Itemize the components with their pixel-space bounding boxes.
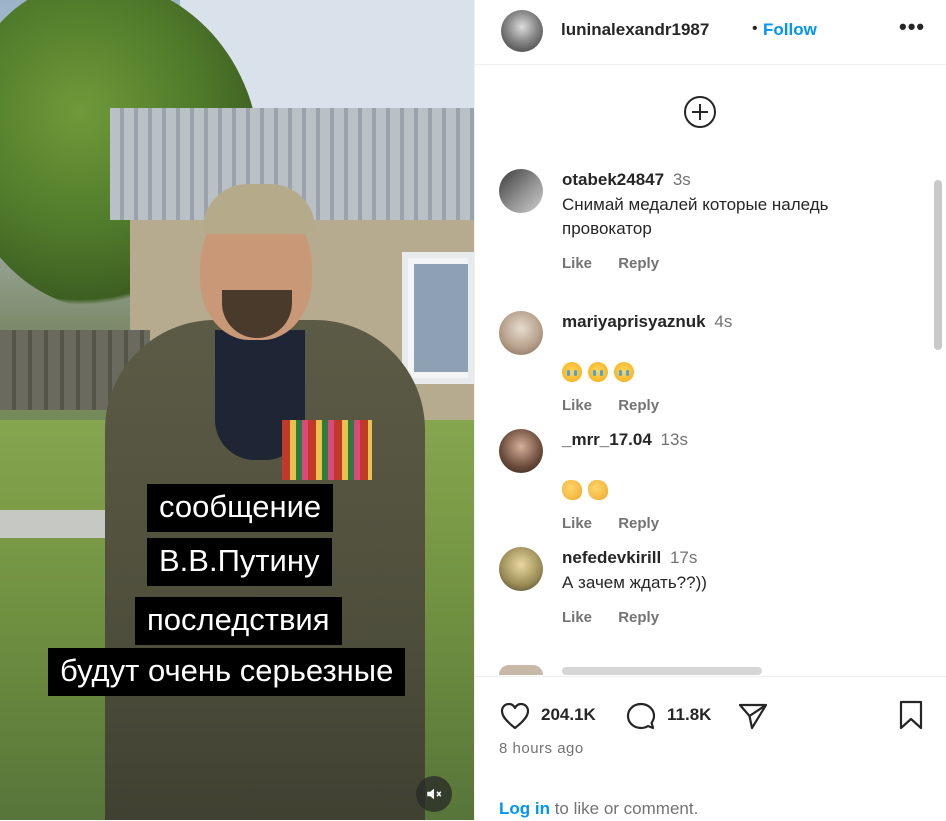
comment-header: otabek24847 3s (562, 169, 922, 191)
comment-actions: Like Reply (562, 255, 922, 272)
volume-muted-icon (427, 788, 442, 800)
caption-line: последствия (135, 597, 342, 645)
comment-emoji (562, 453, 922, 501)
caption-line: В.В.Путину (147, 538, 332, 586)
post-timestamp: 8 hours ago (499, 740, 584, 757)
comment-timestamp: 3s (672, 170, 691, 189)
avatar[interactable] (499, 311, 543, 355)
comment-body: otabek24847 3s Снимай медалей которые на… (562, 169, 922, 272)
clapping-hands-icon (588, 479, 608, 500)
comment-actions: Like Reply (562, 609, 922, 626)
avatar[interactable] (499, 547, 543, 591)
login-prompt-text: to like or comment. (549, 799, 699, 818)
comment-like-button[interactable]: Like (562, 255, 592, 272)
author-username[interactable]: luninalexandr1987 (561, 20, 709, 40)
clapping-hands-icon (562, 479, 582, 500)
comment-body: mariyaprisyaznuk 4s Like Reply (562, 311, 922, 414)
avatar[interactable] (499, 429, 543, 473)
comment-reply-button[interactable]: Reply (618, 397, 659, 414)
post-side-panel: luninalexandr1987 • Follow ••• otabek248… (474, 0, 946, 820)
comment-header: nefedevkirill 17s (562, 547, 922, 569)
avatar (499, 665, 543, 675)
comment-timestamp: 13s (660, 430, 688, 449)
comment-username[interactable]: nefedevkirill (562, 548, 661, 567)
avatar[interactable] (499, 169, 543, 213)
likes-count: 204.1K (541, 705, 596, 724)
video-caption: сообщение В.В.Путину последствия будут о… (0, 0, 474, 820)
comment-username[interactable]: mariyaprisyaznuk (562, 312, 706, 331)
share-paper-plane-icon[interactable] (737, 701, 769, 731)
comment-timestamp: 4s (714, 312, 733, 331)
comment-body: nefedevkirill 17s А зачем ждать??)) Like… (562, 547, 922, 626)
mute-toggle-button[interactable] (416, 776, 452, 812)
avatar[interactable] (501, 10, 543, 52)
comment-reply-button[interactable]: Reply (618, 255, 659, 272)
comment-actions: Like Reply (562, 515, 922, 532)
comment-like-button[interactable]: Like (562, 397, 592, 414)
more-options-icon[interactable]: ••• (899, 14, 925, 40)
comment-reply-button[interactable]: Reply (618, 515, 659, 532)
scrollbar-thumb[interactable] (934, 180, 942, 350)
comment-username[interactable]: _mrr_17.04 (562, 430, 652, 449)
comment-reply-button[interactable]: Reply (618, 609, 659, 626)
comment-like-button[interactable]: Like (562, 609, 592, 626)
separator-dot: • (752, 20, 758, 37)
comment-timestamp: 17s (669, 548, 698, 567)
comment-username[interactable]: otabek24847 (562, 170, 664, 189)
crying-face-icon (614, 361, 634, 382)
comments-scrollbar[interactable] (933, 80, 943, 670)
load-more-comments-icon[interactable] (683, 95, 717, 129)
caption-line: будут очень серьезные (48, 648, 406, 696)
login-link[interactable]: Log in (499, 799, 550, 818)
post-actions-footer: 204.1K 11.8K 8 hours ago Log in to like … (475, 676, 946, 821)
bookmark-icon[interactable] (897, 699, 925, 731)
comment-header: _mrr_17.04 13s (562, 429, 922, 451)
comment-peek (562, 667, 762, 675)
comment-bubble-icon[interactable] (625, 701, 657, 731)
post-video[interactable]: сообщение В.В.Путину последствия будут о… (0, 0, 474, 820)
comment-text: А зачем ждать??)) (562, 573, 707, 592)
heart-icon[interactable] (499, 701, 531, 731)
crying-face-icon (562, 361, 582, 382)
comment-actions: Like Reply (562, 397, 922, 414)
caption-line: сообщение (147, 484, 334, 532)
comment-header: mariyaprisyaznuk 4s (562, 311, 922, 333)
post-header: luninalexandr1987 • Follow ••• (475, 0, 946, 65)
comment-text: Снимай медалей которые наледь провокатор (562, 195, 829, 238)
comment-body: _mrr_17.04 13s Like Reply (562, 429, 922, 532)
comments-list[interactable]: otabek24847 3s Снимай медалей которые на… (475, 65, 931, 675)
login-prompt: Log in to like or comment. (499, 799, 698, 819)
comment-emoji (562, 335, 922, 383)
comments-count: 11.8K (667, 705, 712, 724)
crying-face-icon (588, 361, 608, 382)
comment-like-button[interactable]: Like (562, 515, 592, 532)
follow-button[interactable]: Follow (763, 20, 817, 40)
